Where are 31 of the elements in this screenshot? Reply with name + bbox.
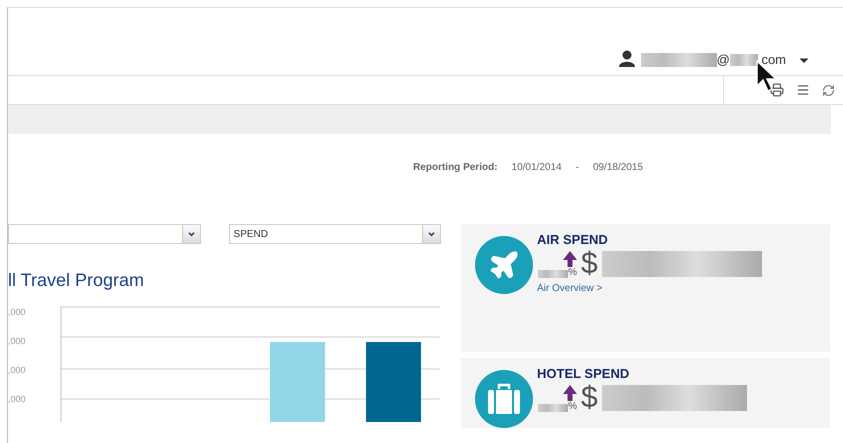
axis-tick-label: ,000 xyxy=(8,394,27,404)
percent-sign: % xyxy=(568,266,577,278)
email-text: .com xyxy=(758,52,786,67)
redacted-block xyxy=(730,54,758,66)
card-title: HOTEL SPEND xyxy=(537,366,630,381)
axis-tick-label: ,000 xyxy=(8,336,27,346)
date-separator: - xyxy=(576,162,579,175)
redacted-block xyxy=(538,404,568,412)
percent-sign: % xyxy=(568,400,577,412)
chart-title: ll Travel Program xyxy=(8,270,146,291)
caret-icon xyxy=(188,232,195,236)
email-text: @ xyxy=(716,52,730,67)
suitcase-icon xyxy=(487,383,521,415)
caret-icon xyxy=(428,232,435,236)
axis-tick-label: ,000 xyxy=(8,307,27,317)
redacted-block xyxy=(538,270,568,278)
menu-icon[interactable] xyxy=(796,83,810,97)
currency-sign: $ xyxy=(581,381,598,415)
user-icon xyxy=(618,50,635,67)
card-title: AIR SPEND xyxy=(537,232,609,247)
dropdown-field[interactable]: SPEND xyxy=(228,224,441,244)
reporting-period-label: Reporting Period: xyxy=(413,162,498,175)
dropdown-field[interactable] xyxy=(8,224,201,244)
currency-sign: $ xyxy=(581,247,598,281)
refresh-icon[interactable] xyxy=(822,84,835,96)
axis-tick-label: ,000 xyxy=(8,365,27,375)
airplane-icon xyxy=(488,249,520,281)
overview-link[interactable]: Air Overview > xyxy=(537,283,762,294)
end-date: 09/18/2015 xyxy=(592,162,643,175)
start-date: 10/01/2014 xyxy=(512,162,562,175)
printer-icon[interactable] xyxy=(770,83,784,97)
